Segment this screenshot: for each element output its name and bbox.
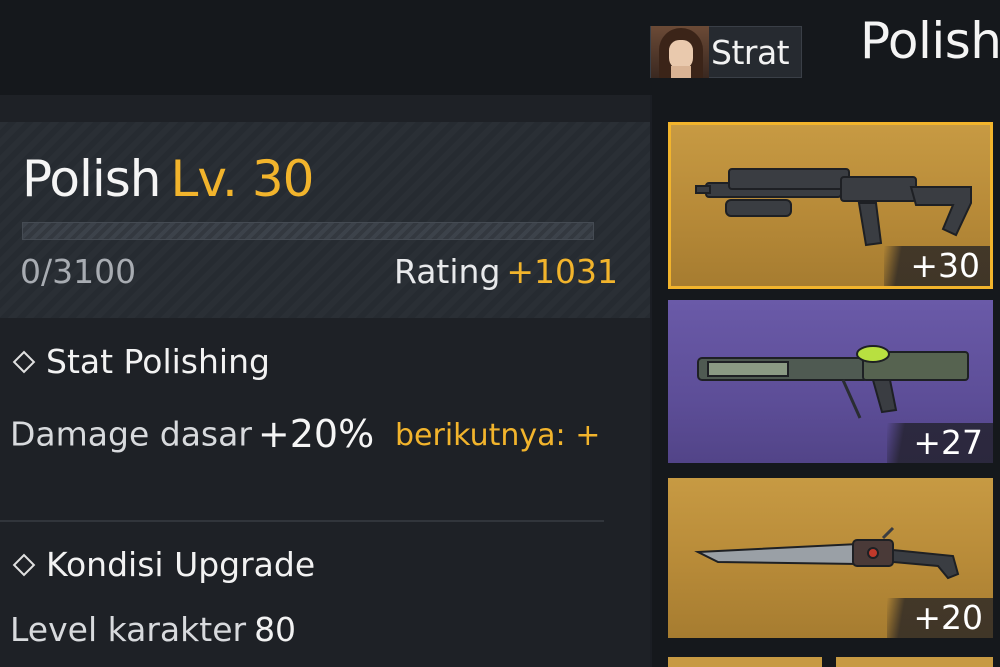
top-bar bbox=[0, 0, 1000, 95]
stat-row: Damage dasar +20% berikutnya: + bbox=[10, 412, 610, 462]
polish-level: Lv. 30 bbox=[170, 150, 314, 208]
weapon-level-badge: +27 bbox=[887, 423, 993, 463]
upgrade-condition-title: Kondisi Upgrade bbox=[46, 545, 316, 584]
upgrade-condition-header: Kondisi Upgrade bbox=[10, 545, 315, 584]
character-selector[interactable]: Strat bbox=[650, 26, 802, 78]
stat-polishing-title: Stat Polishing bbox=[46, 342, 270, 381]
weapon-level-badge: +30 bbox=[884, 246, 990, 286]
stat-next-value: berikutnya: + bbox=[395, 418, 601, 453]
rating-value: +1031 bbox=[506, 252, 619, 291]
diamond-bullet-icon bbox=[12, 553, 36, 576]
stat-label: Damage dasar bbox=[10, 414, 252, 454]
condition-label: Level karakter bbox=[10, 610, 247, 649]
stat-value: +20% bbox=[257, 412, 375, 456]
diamond-bullet-icon bbox=[12, 350, 36, 373]
section-divider bbox=[0, 520, 604, 522]
character-name: Strat bbox=[711, 32, 790, 72]
weapon-card-partial-5[interactable] bbox=[836, 657, 993, 667]
stat-polishing-header: Stat Polishing bbox=[10, 342, 270, 381]
weapon-level-badge: +20 bbox=[887, 598, 993, 638]
condition-value: 80 bbox=[254, 610, 297, 649]
page-title: Polish bbox=[860, 12, 1000, 70]
weapon-card-2[interactable]: +27 bbox=[668, 300, 993, 463]
polish-level-title: Polish Lv. 30 bbox=[22, 150, 314, 208]
polish-progress-bar bbox=[22, 222, 594, 240]
weapon-card-1[interactable]: +30 bbox=[668, 122, 993, 289]
weapon-card-3[interactable]: +20 bbox=[668, 478, 993, 638]
rating: Rating +1031 bbox=[394, 252, 618, 291]
polish-name: Polish bbox=[22, 150, 161, 208]
character-avatar bbox=[651, 26, 709, 78]
weapon-card-partial-4[interactable] bbox=[668, 657, 822, 667]
rating-label: Rating bbox=[394, 252, 501, 291]
condition-row: Level karakter 80 bbox=[10, 610, 296, 649]
polish-xp: 0/3100 bbox=[20, 252, 137, 291]
